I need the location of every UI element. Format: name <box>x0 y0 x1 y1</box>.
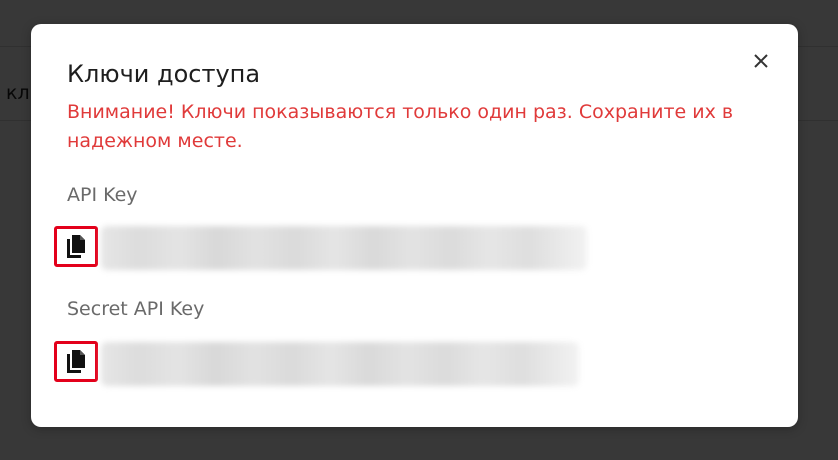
copy-icon <box>67 350 85 373</box>
close-icon <box>754 54 768 68</box>
copy-icon <box>67 235 85 258</box>
access-keys-dialog: Ключи доступа Внимание! Ключи показывают… <box>31 24 798 427</box>
api-key-value <box>101 226 587 270</box>
secret-api-key-label: Secret API Key <box>67 298 205 320</box>
dialog-title: Ключи доступа <box>67 60 261 88</box>
api-key-label: API Key <box>67 184 138 206</box>
copy-api-key-button[interactable] <box>54 226 98 267</box>
copy-secret-api-key-button[interactable] <box>54 341 98 382</box>
secret-api-key-value <box>101 342 579 386</box>
warning-message: Внимание! Ключи показываются только один… <box>67 101 734 152</box>
close-button[interactable] <box>750 50 772 72</box>
